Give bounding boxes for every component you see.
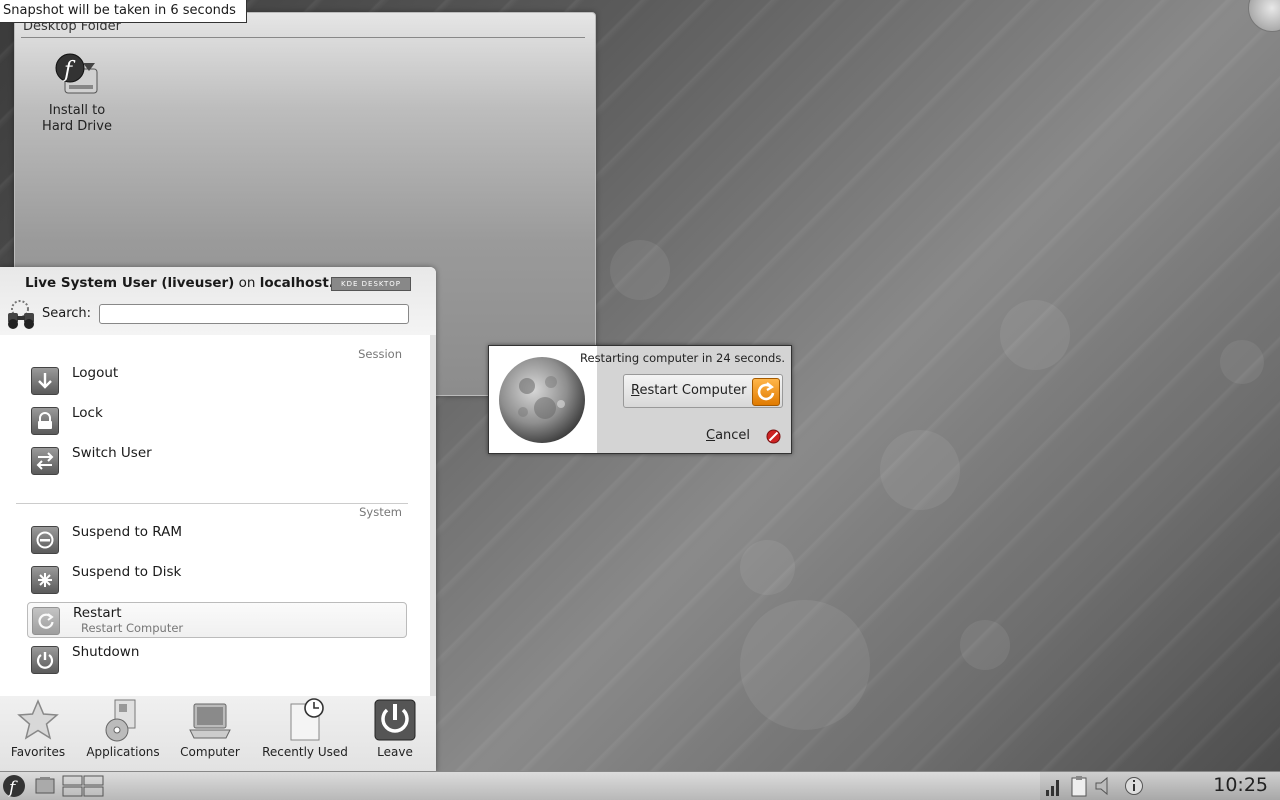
- restart-dialog: Restarting computer in 24 seconds. Resta…: [488, 345, 792, 454]
- tab-computer[interactable]: Computer: [180, 698, 240, 770]
- restart-orange-icon: [752, 378, 780, 406]
- user-identity: Live System User (liveuser) on localhost…: [25, 275, 334, 291]
- install-hard-drive-launcher[interactable]: f Install to Hard Drive: [39, 51, 115, 135]
- cancel-mnemonic: C: [706, 428, 716, 443]
- volume-icon[interactable]: [1094, 774, 1114, 798]
- kickoff-menu: Live System User (liveuser) on localhost…: [0, 267, 436, 772]
- wallpaper-bokeh: [610, 240, 670, 300]
- tab-recently-used[interactable]: Recently Used: [262, 698, 348, 770]
- restart-countdown-message: Restarting computer in 24 seconds.: [580, 351, 785, 365]
- system-section-label: System: [359, 505, 402, 519]
- tab-applications[interactable]: Applications: [86, 698, 160, 770]
- user-name: Live System User (liveuser): [25, 275, 235, 291]
- info-icon[interactable]: [1124, 774, 1144, 798]
- clock[interactable]: 10:25: [1213, 774, 1268, 796]
- menu-item-label: Suspend to Disk: [72, 564, 182, 580]
- menu-item-lock[interactable]: Lock: [27, 403, 407, 439]
- menu-item-label: Suspend to RAM: [72, 524, 183, 540]
- folder-divider: [21, 37, 585, 38]
- taskbar: f 10:25: [0, 771, 1280, 800]
- suspend-disk-icon: [31, 566, 59, 594]
- wallpaper-bokeh: [740, 540, 795, 595]
- search-label: Search:: [42, 306, 92, 321]
- tab-leave[interactable]: Leave: [370, 698, 420, 770]
- recently-used-icon: [290, 698, 324, 741]
- tab-label: Computer: [180, 745, 240, 759]
- fedora-install-icon: f: [55, 53, 98, 94]
- restart-icon: [32, 607, 60, 635]
- install-label-line1: Install to: [48, 103, 106, 118]
- section-divider: [16, 503, 408, 504]
- session-section-label: Session: [358, 347, 402, 361]
- computer-icon: [189, 703, 231, 739]
- tab-favorites[interactable]: Favorites: [8, 698, 68, 770]
- menu-item-logout[interactable]: Logout: [27, 363, 407, 399]
- cancel-button-label: Cancel: [706, 428, 750, 443]
- user-on: on: [238, 275, 256, 291]
- menu-item-label: Logout: [72, 365, 119, 381]
- wallpaper-bokeh: [880, 430, 960, 510]
- fedora-launcher-icon[interactable]: f: [2, 774, 26, 798]
- clipboard-icon[interactable]: [1068, 774, 1090, 798]
- lock-icon: [31, 407, 59, 435]
- wallpaper-bokeh: [960, 620, 1010, 670]
- wallpaper-bokeh: [1000, 300, 1070, 370]
- switch-user-icon: [31, 447, 59, 475]
- tab-label: Recently Used: [262, 745, 348, 759]
- install-label-line2: Hard Drive: [42, 119, 112, 134]
- network-icon[interactable]: [1044, 774, 1062, 798]
- show-desktop-icon[interactable]: [34, 774, 56, 798]
- desktop-toolbox-corner[interactable]: [1248, 0, 1280, 32]
- kickoff-header: Live System User (liveuser) on localhost…: [0, 267, 436, 335]
- kickoff-tab-bar: Favorites Applications Computer Recently…: [0, 696, 436, 772]
- cancel-button[interactable]: Cancel: [701, 424, 785, 448]
- suspend-ram-icon: [31, 526, 59, 554]
- leave-panel: Session Logout Lock Switch User System S…: [0, 335, 430, 697]
- menu-item-shutdown[interactable]: Shutdown: [27, 642, 407, 678]
- restart-label-rest: estart Computer: [639, 383, 747, 398]
- menu-item-restart[interactable]: Restart Restart Computer: [27, 602, 407, 638]
- pager-icon[interactable]: [62, 774, 104, 798]
- menu-item-sublabel: Restart Computer: [81, 621, 184, 635]
- menu-item-label: Shutdown: [72, 644, 140, 660]
- menu-item-label: Lock: [72, 405, 103, 421]
- menu-item-switch-user[interactable]: Switch User: [27, 443, 407, 479]
- logout-arrow-icon: [31, 367, 59, 395]
- binoculars-search-icon: [8, 300, 34, 329]
- tab-label: Leave: [377, 745, 413, 759]
- applications-icon: [105, 699, 136, 742]
- host-name: localhost.: [259, 275, 334, 291]
- menu-item-label: Restart: [73, 605, 122, 621]
- shutdown-icon: [31, 646, 59, 674]
- search-input[interactable]: [99, 304, 409, 324]
- snapshot-countdown: Snapshot will be taken in 6 seconds: [0, 0, 247, 23]
- cancel-label-rest: ancel: [715, 428, 751, 443]
- menu-item-label: Switch User: [72, 445, 152, 461]
- star-icon: [17, 699, 59, 740]
- cancel-stop-icon: [766, 429, 781, 444]
- kde-desktop-badge: KDE DESKTOP: [331, 277, 411, 291]
- restart-computer-button[interactable]: Restart Computer: [623, 374, 783, 408]
- wallpaper-bokeh: [1220, 340, 1264, 384]
- leave-icon: [374, 699, 416, 741]
- wallpaper-bokeh: [740, 600, 870, 730]
- kickoff-scrollbar[interactable]: [430, 335, 436, 697]
- menu-item-suspend-ram[interactable]: Suspend to RAM: [27, 522, 407, 558]
- restart-button-label: Restart Computer: [631, 383, 747, 398]
- tab-label: Favorites: [10, 745, 66, 759]
- tab-label: Applications: [86, 745, 160, 759]
- menu-item-suspend-disk[interactable]: Suspend to Disk: [27, 562, 407, 598]
